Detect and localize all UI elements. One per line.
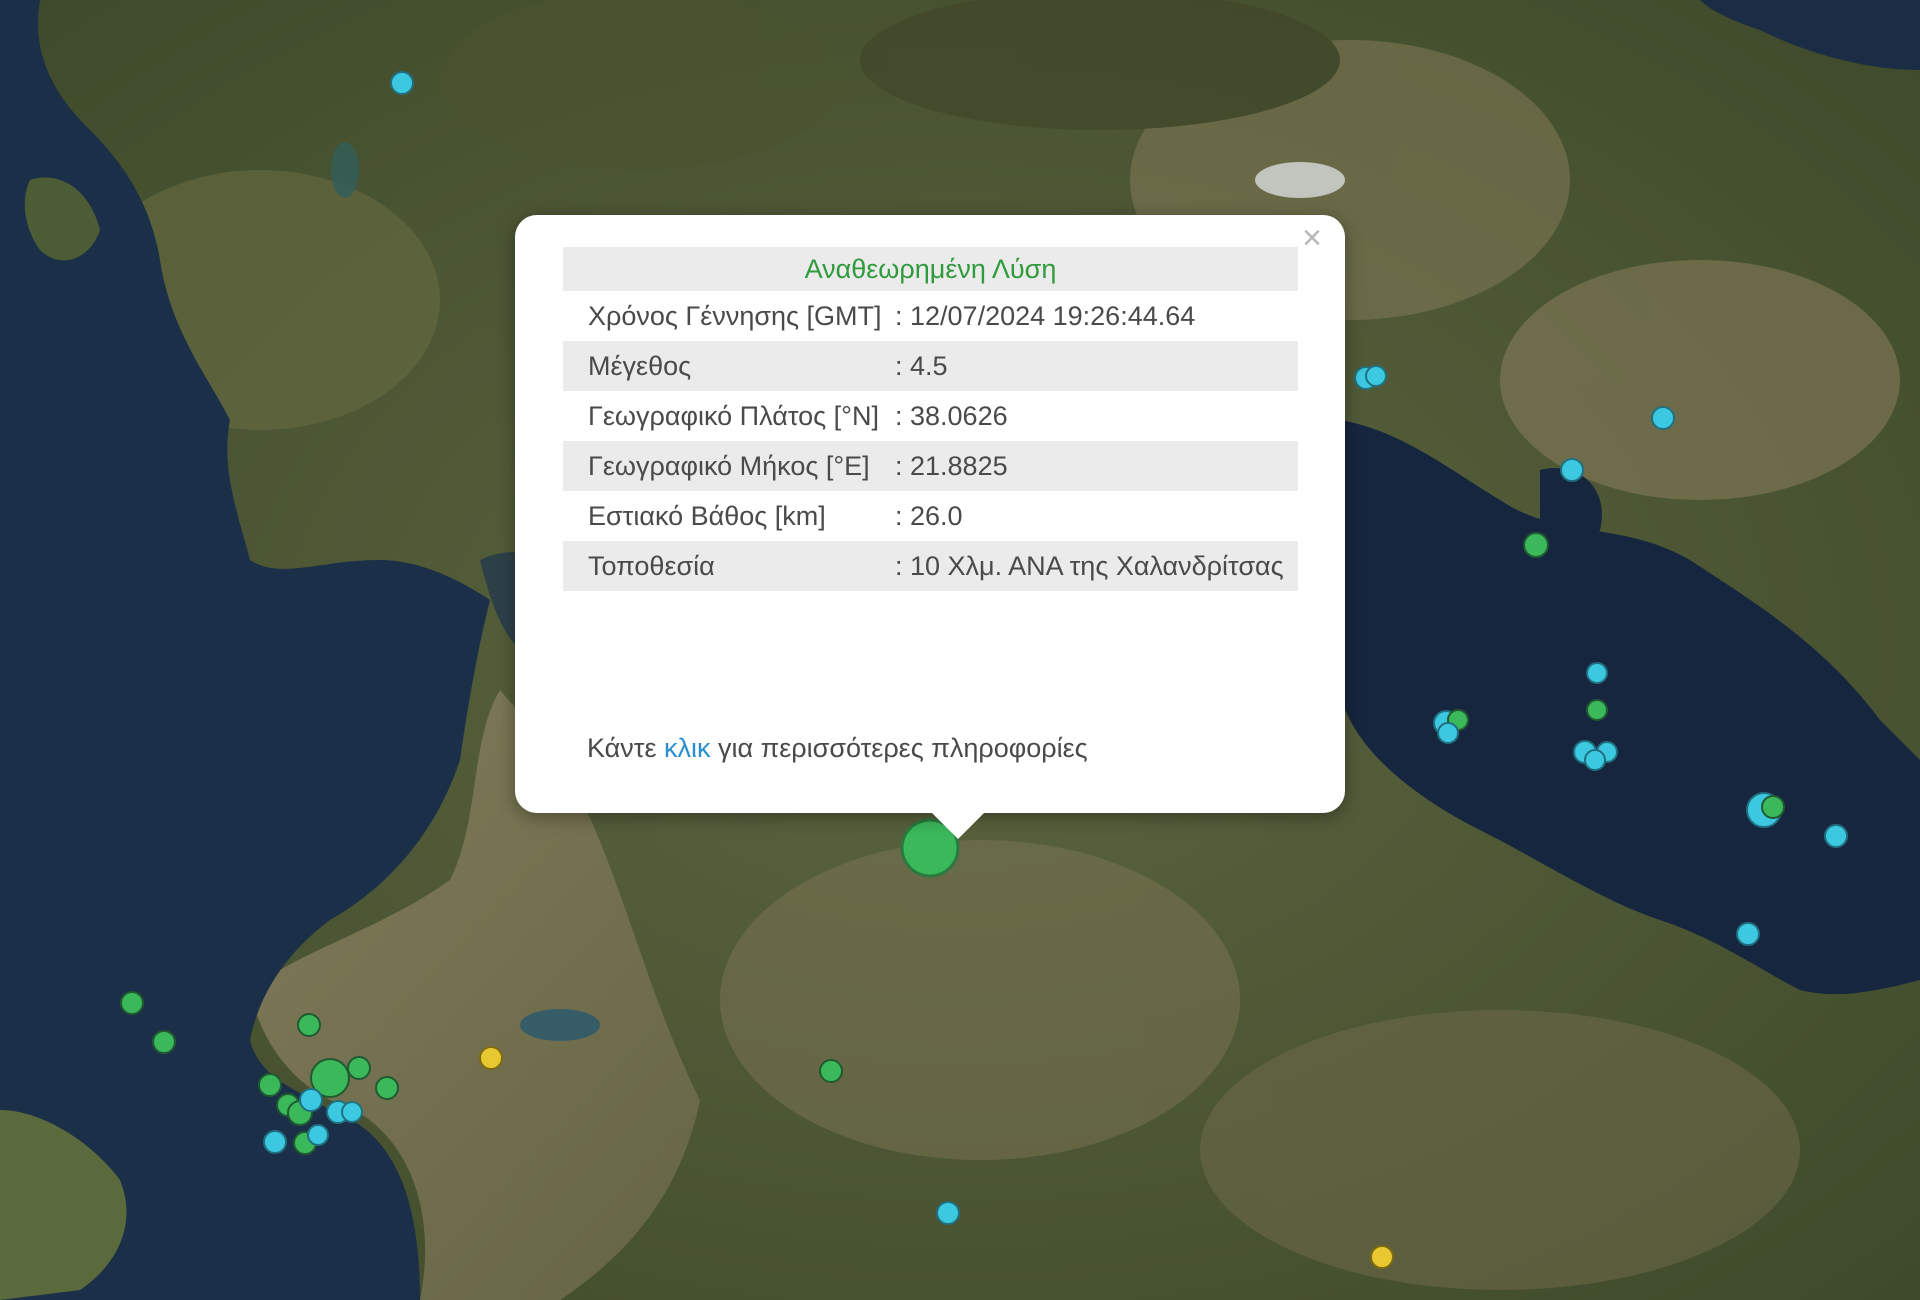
earthquake-marker[interactable]	[258, 1073, 282, 1097]
earthquake-marker[interactable]	[1437, 722, 1459, 744]
earthquake-marker[interactable]	[1523, 532, 1549, 558]
earthquake-marker[interactable]	[819, 1059, 843, 1083]
earthquake-marker[interactable]	[307, 1124, 329, 1146]
earthquake-info-popup: × Αναθεωρημένη Λύση Χρόνος Γέννησης [GMT…	[515, 215, 1345, 839]
earthquake-marker[interactable]	[479, 1046, 503, 1070]
row-label-depth: Εστιακό Βάθος [km]	[588, 501, 826, 531]
more-info-line: Κάντε κλικ για περισσότερες πληροφορίες	[587, 733, 1088, 764]
earthquake-info-table: Αναθεωρημένη Λύση Χρόνος Γέννησης [GMT] …	[563, 247, 1298, 591]
lake	[331, 142, 359, 198]
earthquake-marker[interactable]	[1370, 1245, 1394, 1269]
row-value-longitude: : 21.8825	[895, 441, 1298, 491]
row-label-latitude: Γεωγραφικό Πλάτος [°N]	[588, 401, 879, 431]
popup-pointer	[930, 811, 986, 839]
earthquake-marker[interactable]	[347, 1056, 371, 1080]
earthquake-marker[interactable]	[263, 1130, 287, 1154]
earthquake-marker[interactable]	[1824, 824, 1848, 848]
lake	[520, 1009, 600, 1041]
earthquake-marker[interactable]	[375, 1076, 399, 1100]
more-info-suffix: για περισσότερες πληροφορίες	[718, 733, 1088, 763]
earthquake-marker[interactable]	[341, 1101, 363, 1123]
earthquake-marker[interactable]	[299, 1088, 323, 1112]
close-icon[interactable]: ×	[1297, 221, 1327, 255]
row-value-location: : 10 Χλμ. ΑΝΑ της Χαλανδρίτσας	[895, 541, 1298, 591]
earthquake-marker[interactable]	[936, 1201, 960, 1225]
row-value-depth: : 26.0	[895, 501, 963, 531]
popup-title: Αναθεωρημένη Λύση	[563, 247, 1298, 291]
row-label-origin-time: Χρόνος Γέννησης [GMT]	[588, 301, 882, 331]
earthquake-marker[interactable]	[390, 71, 414, 95]
earthquake-marker[interactable]	[1365, 365, 1387, 387]
earthquake-marker[interactable]	[1560, 458, 1584, 482]
earthquake-marker[interactable]	[1586, 699, 1608, 721]
row-label-location: Τοποθεσία	[563, 541, 895, 591]
earthquake-marker[interactable]	[1761, 795, 1785, 819]
row-value-origin-time: : 12/07/2024 19:26:44.64	[895, 301, 1196, 331]
earthquake-marker[interactable]	[1651, 406, 1675, 430]
earthquake-marker[interactable]	[152, 1030, 176, 1054]
earthquake-marker[interactable]	[120, 991, 144, 1015]
snow-patch	[1255, 162, 1345, 198]
row-value-latitude: : 38.0626	[895, 401, 1008, 431]
earthquake-marker[interactable]	[1736, 922, 1760, 946]
more-info-link[interactable]: κλικ	[664, 733, 711, 763]
row-label-longitude: Γεωγραφικό Μήκος [°E]	[563, 441, 895, 491]
row-value-magnitude: : 4.5	[895, 341, 1298, 391]
more-info-prefix: Κάντε	[587, 733, 657, 763]
earthquake-marker[interactable]	[1584, 749, 1606, 771]
earthquake-marker[interactable]	[297, 1013, 321, 1037]
earthquake-marker[interactable]	[1586, 662, 1608, 684]
row-label-magnitude: Μέγεθος	[563, 341, 895, 391]
